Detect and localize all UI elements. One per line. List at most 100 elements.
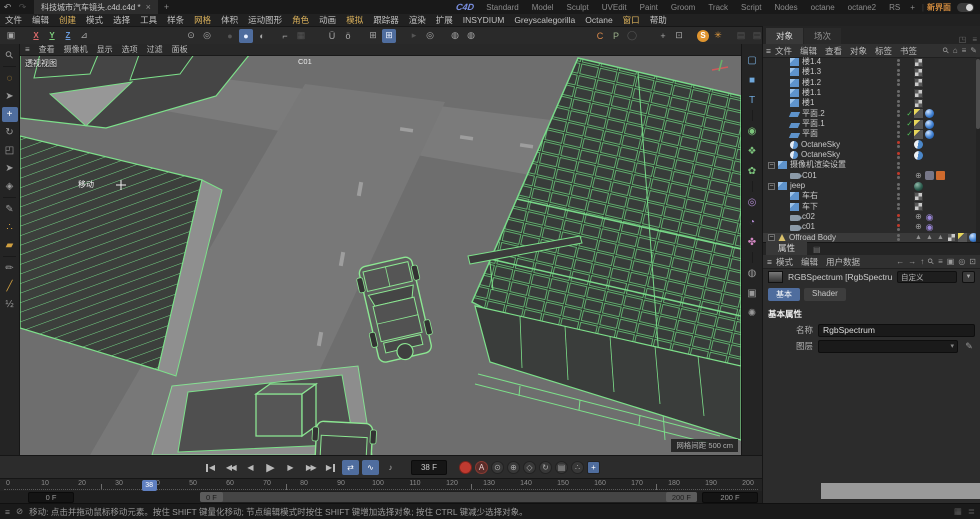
frame-field[interactable]: 38 F: [411, 460, 447, 475]
attribute-scroll-area[interactable]: [821, 483, 980, 499]
tab-attributes[interactable]: 属性: [766, 241, 808, 255]
menu-动画[interactable]: 动画: [314, 14, 341, 26]
visibility-dots[interactable]: [897, 202, 902, 211]
knife-icon[interactable]: ╱: [2, 279, 18, 294]
object-row[interactable]: c02 ⊕ ◉: [763, 212, 976, 222]
mat-tag-icon[interactable]: [925, 119, 934, 129]
scale-tool-icon[interactable]: ◰: [2, 143, 18, 158]
search-icon[interactable]: ⚲: [941, 45, 952, 56]
preset-dropdown[interactable]: 自定义: [897, 271, 957, 283]
octane-node-icon[interactable]: ✳: [711, 29, 725, 43]
object-row[interactable]: 楼1.3: [763, 67, 976, 77]
menu-模拟[interactable]: 模拟: [341, 14, 368, 26]
workplane-icon[interactable]: ⌐: [278, 29, 292, 43]
att-menu-编辑[interactable]: 编辑: [797, 256, 822, 268]
filter-icon[interactable]: ≡: [962, 46, 967, 55]
autokey-button[interactable]: A: [475, 461, 488, 474]
tri-tag-icon[interactable]: ▲: [936, 233, 945, 242]
brush-icon[interactable]: ✏: [2, 261, 18, 276]
light-create-icon[interactable]: ✺: [744, 306, 760, 321]
layer-dropdown[interactable]: ▾: [818, 339, 958, 353]
measure-icon[interactable]: ½: [2, 297, 18, 312]
visibility-dots[interactable]: [897, 78, 902, 87]
record-parameter-toggle[interactable]: ▤: [555, 461, 568, 474]
viewport-menu-icon[interactable]: ≡: [25, 45, 30, 54]
tab-Shader[interactable]: Shader: [804, 288, 846, 301]
polygon-tag-icon[interactable]: [914, 129, 923, 139]
record-scale-toggle[interactable]: ◇: [523, 461, 536, 474]
object-row[interactable]: − 摄像机渲染设置: [763, 160, 976, 170]
document-tab[interactable]: 科技城市汽车镜头.c4d.c4d * ×: [34, 0, 158, 14]
view-solo-icon[interactable]: ⊙: [184, 29, 198, 43]
tab-基本[interactable]: 基本: [768, 288, 800, 301]
layout-octane2[interactable]: octane2: [848, 3, 876, 12]
visibility-dots[interactable]: [897, 89, 902, 98]
range-start-handle[interactable]: 0 F: [200, 492, 223, 502]
menu-渲染[interactable]: 渲染: [404, 14, 431, 26]
transform-tool-icon[interactable]: ◈: [2, 179, 18, 194]
menu-角色[interactable]: 角色: [287, 14, 314, 26]
redo-icon[interactable]: ↷: [15, 0, 30, 14]
visibility-dots[interactable]: [897, 68, 902, 77]
vp-menu-查看[interactable]: 查看: [39, 44, 55, 55]
layout-uvedit[interactable]: UVEdit: [602, 3, 627, 12]
layout-groom[interactable]: Groom: [671, 3, 695, 12]
om-menu-查看[interactable]: 查看: [821, 45, 846, 57]
subdivision-surface-icon[interactable]: ◉: [744, 124, 760, 139]
spline-pen-icon[interactable]: ✎: [2, 202, 18, 217]
object-tree-scrollbar[interactable]: [976, 57, 980, 243]
coord-system-icon[interactable]: ⊿: [77, 29, 91, 43]
eye-tag-icon[interactable]: ◉: [925, 222, 934, 232]
cloner-icon[interactable]: ❖: [744, 144, 760, 159]
expander-icon[interactable]: −: [768, 161, 775, 169]
texture-tag-icon[interactable]: [947, 233, 956, 243]
visibility-dots[interactable]: [897, 109, 902, 118]
texture-tag-icon[interactable]: [914, 57, 923, 67]
range-start-field[interactable]: 0 F: [28, 492, 74, 503]
expander-icon[interactable]: −: [768, 182, 775, 190]
visibility-dots[interactable]: [897, 140, 902, 149]
character-icon[interactable]: ✤: [744, 235, 760, 250]
object-row[interactable]: 楼1.2: [763, 78, 976, 88]
snap-edge-icon[interactable]: ö: [341, 29, 355, 43]
keyframe-selection-button[interactable]: ⊙: [491, 461, 504, 474]
back-arrow-icon[interactable]: ←: [896, 257, 904, 266]
play-button[interactable]: ▶: [262, 460, 279, 475]
deformer-icon[interactable]: ✿: [744, 164, 760, 179]
visibility-dots[interactable]: [897, 233, 902, 242]
play-tool-icon[interactable]: ▸: [407, 29, 421, 43]
c-mode-icon[interactable]: C: [593, 29, 607, 43]
workplane-snap-icon[interactable]: ⊞: [382, 28, 396, 43]
visibility-dots[interactable]: [897, 58, 902, 67]
layout-standard[interactable]: Standard: [486, 3, 518, 12]
range-end-field[interactable]: 200 F: [702, 492, 758, 503]
console-icon[interactable]: ≣: [968, 506, 975, 517]
isolate-icon[interactable]: ◎: [200, 29, 214, 43]
texture-tag-icon[interactable]: [914, 98, 923, 108]
rotate-tool-icon[interactable]: ↻: [2, 125, 18, 140]
lock-x-axis-icon[interactable]: X: [29, 29, 43, 43]
selection-tool-icon[interactable]: ➤: [2, 89, 18, 104]
visibility-dots[interactable]: [897, 192, 902, 201]
detach-view-icon[interactable]: ⊡: [672, 29, 686, 43]
tab-layers-icon[interactable]: ▤: [807, 244, 827, 255]
eye-tag-icon[interactable]: ◉: [925, 212, 934, 222]
menu-INSYDIUM[interactable]: INSYDIUM: [458, 15, 510, 25]
polygon-pen-icon[interactable]: ▰: [2, 238, 18, 253]
primitive-cube-icon[interactable]: ■: [744, 73, 760, 88]
menu-创建[interactable]: 创建: [54, 14, 81, 26]
visibility-dots[interactable]: [897, 99, 902, 108]
field-icon[interactable]: ◎: [744, 195, 760, 210]
viewport[interactable]: ≡ 查看 摄像机 显示 选项 过滤 面板 透视视图 C01 移动 网格间距 500 cm: [20, 44, 741, 455]
edit-icon[interactable]: ✎: [970, 46, 977, 55]
object-row[interactable]: OctaneSky: [763, 140, 976, 150]
goto-start-button[interactable]: ◀: [202, 460, 219, 475]
vp-menu-过滤[interactable]: 过滤: [147, 44, 163, 55]
target-tool-icon[interactable]: ◎: [423, 29, 437, 43]
menu-Octane[interactable]: Octane: [580, 15, 617, 25]
shading-c-icon[interactable]: ◐: [255, 29, 269, 43]
content-browser-icon[interactable]: ▣: [4, 29, 18, 43]
close-tab-icon[interactable]: ×: [146, 2, 151, 12]
status-menu-icon[interactable]: ≡: [5, 507, 10, 517]
visibility-dots[interactable]: [897, 120, 902, 129]
